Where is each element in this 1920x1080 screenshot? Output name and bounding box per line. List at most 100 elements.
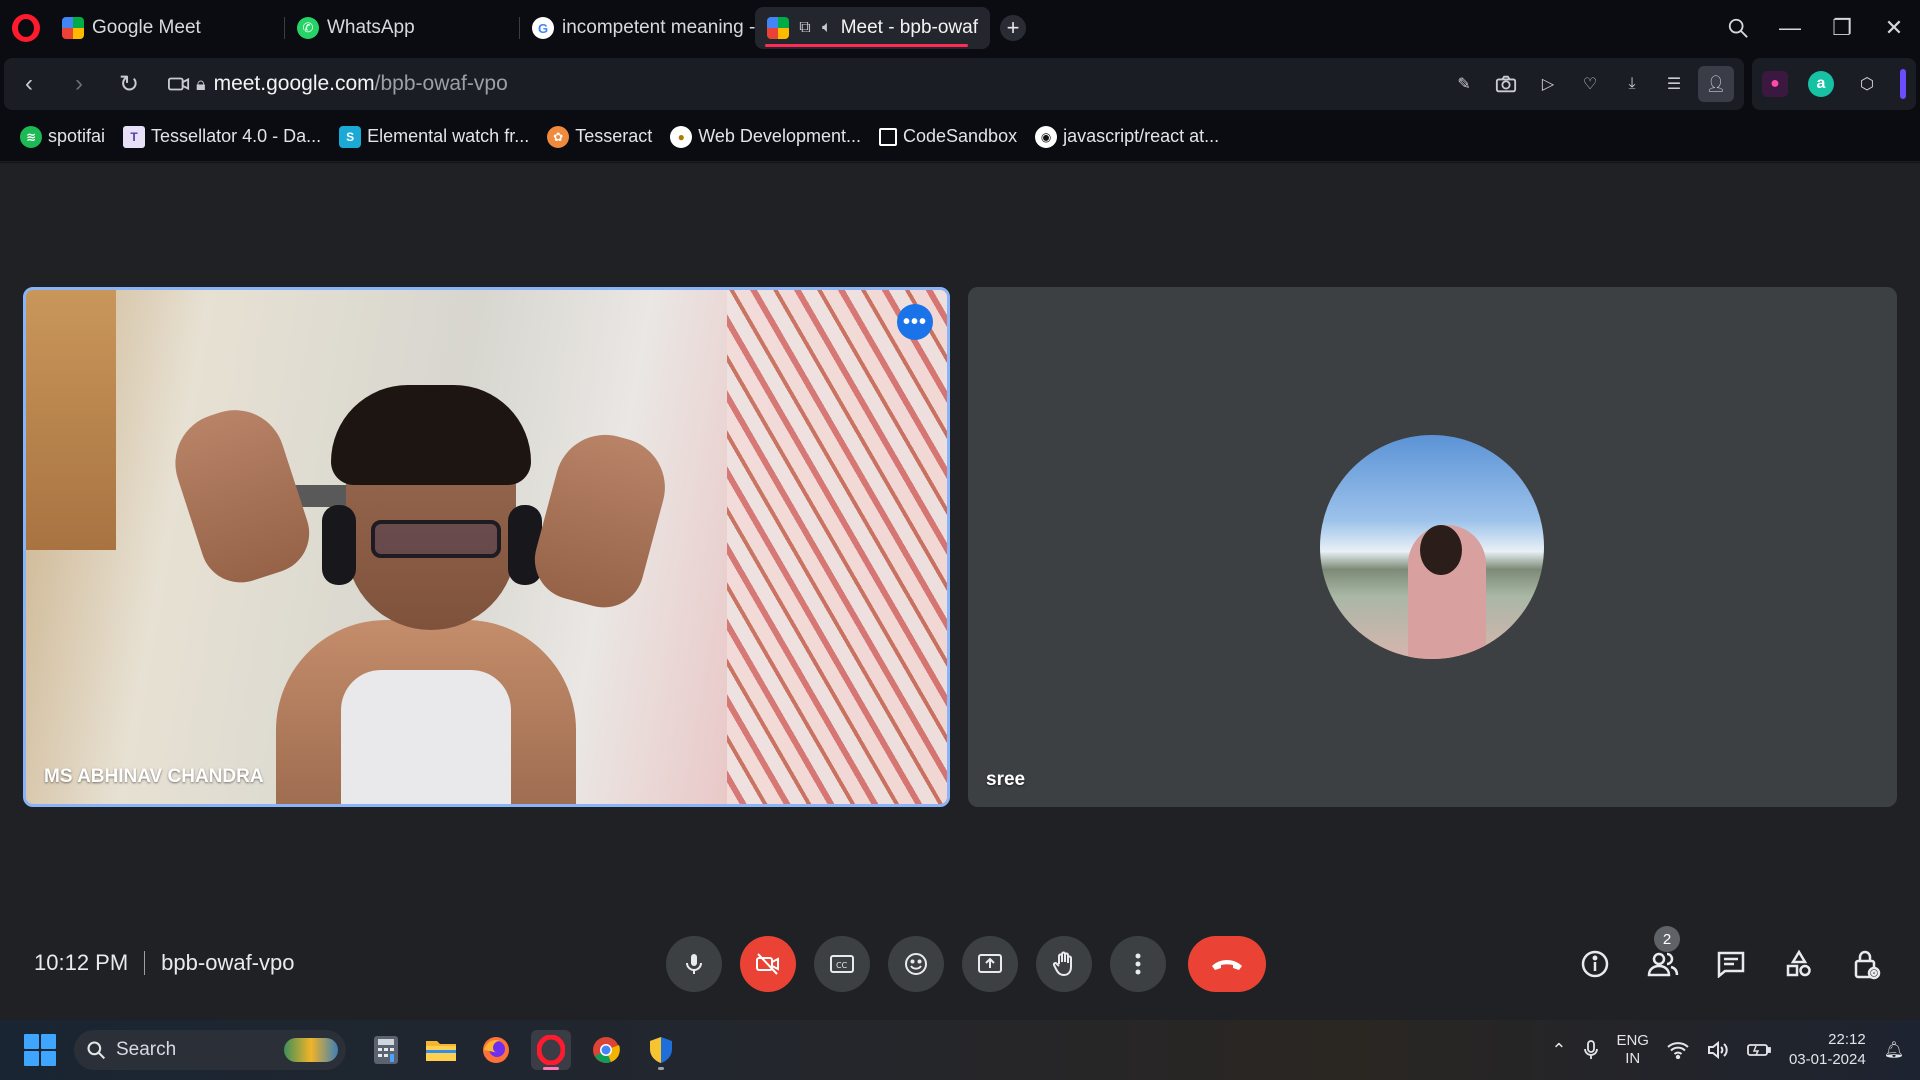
windows-start-icon[interactable] — [24, 1034, 56, 1066]
remote-participant-name: sree — [986, 769, 1026, 790]
url-text[interactable]: meet.google.com/bpb-owaf-vpo — [214, 72, 508, 96]
reload-icon[interactable]: ↻ — [104, 58, 154, 110]
raise-hand-button[interactable] — [1036, 936, 1092, 992]
captions-button[interactable]: CC — [814, 936, 870, 992]
bookmark-web-development[interactable]: ● Web Development... — [670, 125, 861, 148]
new-tab-button[interactable]: + — [1000, 15, 1026, 41]
tab-whatsapp[interactable]: ✆ WhatsApp — [285, 7, 520, 49]
window-controls: — ❐ ✕ — [1712, 0, 1920, 56]
meet-stage: ••• MS ABHINAV CHANDRA sree 10:12 PM bpb… — [0, 163, 1920, 1020]
security-shield-icon[interactable] — [641, 1030, 681, 1070]
meeting-side-controls: 2 — [1572, 926, 1890, 992]
camera-off-button[interactable] — [740, 936, 796, 992]
microphone-tray-icon[interactable] — [1584, 1040, 1599, 1060]
search-highlight-icon — [284, 1038, 338, 1062]
search-icon — [87, 1041, 106, 1060]
tab-incompetent-meaning[interactable]: G incompetent meaning - — [520, 7, 755, 49]
close-icon[interactable]: ✕ — [1868, 0, 1920, 56]
tab-label: Google Meet — [92, 17, 201, 38]
edit-share-icon[interactable]: ✎ — [1446, 66, 1482, 102]
meeting-details-icon[interactable] — [1572, 936, 1618, 992]
opera-app-icon[interactable] — [531, 1030, 571, 1070]
bookmark-javascript-react[interactable]: ◉ javascript/react at... — [1035, 125, 1219, 148]
meeting-time: 10:12 PM — [34, 950, 129, 975]
meeting-code: bpb-owaf-vpo — [161, 950, 295, 975]
remote-video-tile[interactable]: sree — [968, 287, 1897, 807]
calculator-app-icon[interactable] — [366, 1030, 406, 1070]
search-tabs-icon[interactable] — [1712, 0, 1764, 56]
remote-participant-avatar — [1320, 435, 1544, 659]
more-options-button[interactable] — [1110, 936, 1166, 992]
clock-time: 22:12 — [1828, 1031, 1866, 1048]
headphone-left — [322, 505, 356, 585]
app-running-indicator — [658, 1067, 664, 1070]
people-icon[interactable]: 2 — [1640, 926, 1686, 992]
taskbar-clock[interactable]: 22:12 03-01-2024 — [1789, 1030, 1866, 1070]
flow-send-icon[interactable]: ▷ — [1530, 66, 1566, 102]
system-tray: ⌃ ENG IN 22:12 03-01-2024 🔔︎ — [1551, 1020, 1904, 1080]
bookmark-label: Web Development... — [698, 126, 861, 146]
forward-icon[interactable]: › — [54, 58, 104, 110]
opera-logo-icon[interactable] — [12, 14, 40, 42]
file-explorer-icon[interactable] — [421, 1030, 461, 1070]
snapshot-camera-icon[interactable] — [1488, 66, 1524, 102]
address-actions: ✎ ▷ ♡ ⤓ ☰ 👤︎ — [1446, 58, 1734, 110]
meeting-info: 10:12 PM bpb-owaf-vpo — [34, 950, 294, 976]
google-meet-icon — [767, 17, 789, 39]
spotify-icon: ≋ — [20, 125, 42, 148]
bookmark-label: Elemental watch fr... — [367, 126, 530, 146]
chrome-icon[interactable] — [586, 1030, 626, 1070]
bookmark-tesseract[interactable]: ✿ Tesseract — [547, 125, 652, 148]
tab-label: incompetent meaning - — [562, 17, 755, 38]
bookmark-codesandbox[interactable]: CodeSandbox — [878, 126, 1017, 147]
tab-meet-active[interactable]: ⧉ 🔈︎ Meet - bpb-owaf — [755, 7, 990, 49]
tile-options-button[interactable]: ••• — [897, 304, 933, 340]
video-person-vest — [341, 670, 511, 804]
download-icon[interactable]: ⤓ — [1614, 66, 1650, 102]
extensions-cube-icon[interactable]: ⬡ — [1854, 71, 1880, 97]
call-controls: CC — [666, 936, 1266, 992]
chat-icon[interactable] — [1708, 936, 1754, 992]
lock-icon[interactable]: 🔒︎ — [196, 74, 206, 95]
host-controls-icon[interactable] — [1844, 936, 1890, 992]
profile-icon[interactable]: 👤︎ — [1698, 66, 1734, 102]
svg-text:CC: CC — [836, 961, 848, 970]
google-meet-icon — [62, 17, 84, 39]
input-language[interactable]: ENG IN — [1616, 1032, 1649, 1068]
bookmarks-bar: ≋ spotifai T Tessellator 4.0 - Da... S E… — [0, 112, 1920, 162]
bookmark-spotifai[interactable]: ≋ spotifai — [20, 125, 105, 148]
tessellator-icon: T — [123, 125, 146, 148]
tab-label: WhatsApp — [327, 17, 415, 38]
notification-bell-icon[interactable]: 🔔︎ — [1884, 1040, 1904, 1060]
bookmark-tessellator[interactable]: T Tessellator 4.0 - Da... — [123, 125, 321, 148]
activities-icon[interactable] — [1776, 936, 1822, 992]
tab-google-meet[interactable]: Google Meet — [50, 7, 285, 49]
minimize-icon[interactable]: — — [1764, 0, 1816, 56]
url-host: meet.google.com — [213, 72, 375, 95]
language-region: IN — [1625, 1050, 1641, 1067]
video-person-hand-left — [162, 397, 320, 593]
chevron-up-icon[interactable]: ⌃ — [1551, 1040, 1566, 1061]
local-video-tile[interactable]: ••• MS ABHINAV CHANDRA — [23, 287, 950, 807]
extension-amazon-icon[interactable]: a — [1808, 71, 1834, 97]
restore-icon[interactable]: ❐ — [1816, 0, 1868, 56]
taskbar-search[interactable]: Search — [74, 1030, 346, 1070]
bookmark-elemental-watch[interactable]: S Elemental watch fr... — [339, 125, 530, 148]
wifi-icon[interactable] — [1667, 1041, 1689, 1059]
extension-dark-icon[interactable]: ● — [1762, 71, 1788, 97]
microphone-button[interactable] — [666, 936, 722, 992]
speaker-audio-icon[interactable]: 🔈︎ — [819, 19, 835, 37]
easy-setup-icon[interactable]: ☰ — [1656, 66, 1692, 102]
bookmark-heart-icon[interactable]: ♡ — [1572, 66, 1608, 102]
firefox-icon[interactable] — [476, 1030, 516, 1070]
battery-icon[interactable] — [1747, 1042, 1771, 1058]
leave-call-button[interactable] — [1188, 936, 1266, 992]
emoji-reactions-button[interactable] — [888, 936, 944, 992]
video-person-glasses — [371, 520, 501, 558]
tesseract-icon: ✿ — [547, 125, 570, 148]
back-icon[interactable]: ‹ — [4, 58, 54, 110]
taskbar-search-label: Search — [116, 1039, 177, 1060]
picture-in-picture-icon[interactable]: ⧉ — [797, 19, 813, 37]
volume-icon[interactable] — [1707, 1041, 1729, 1059]
present-screen-button[interactable] — [962, 936, 1018, 992]
